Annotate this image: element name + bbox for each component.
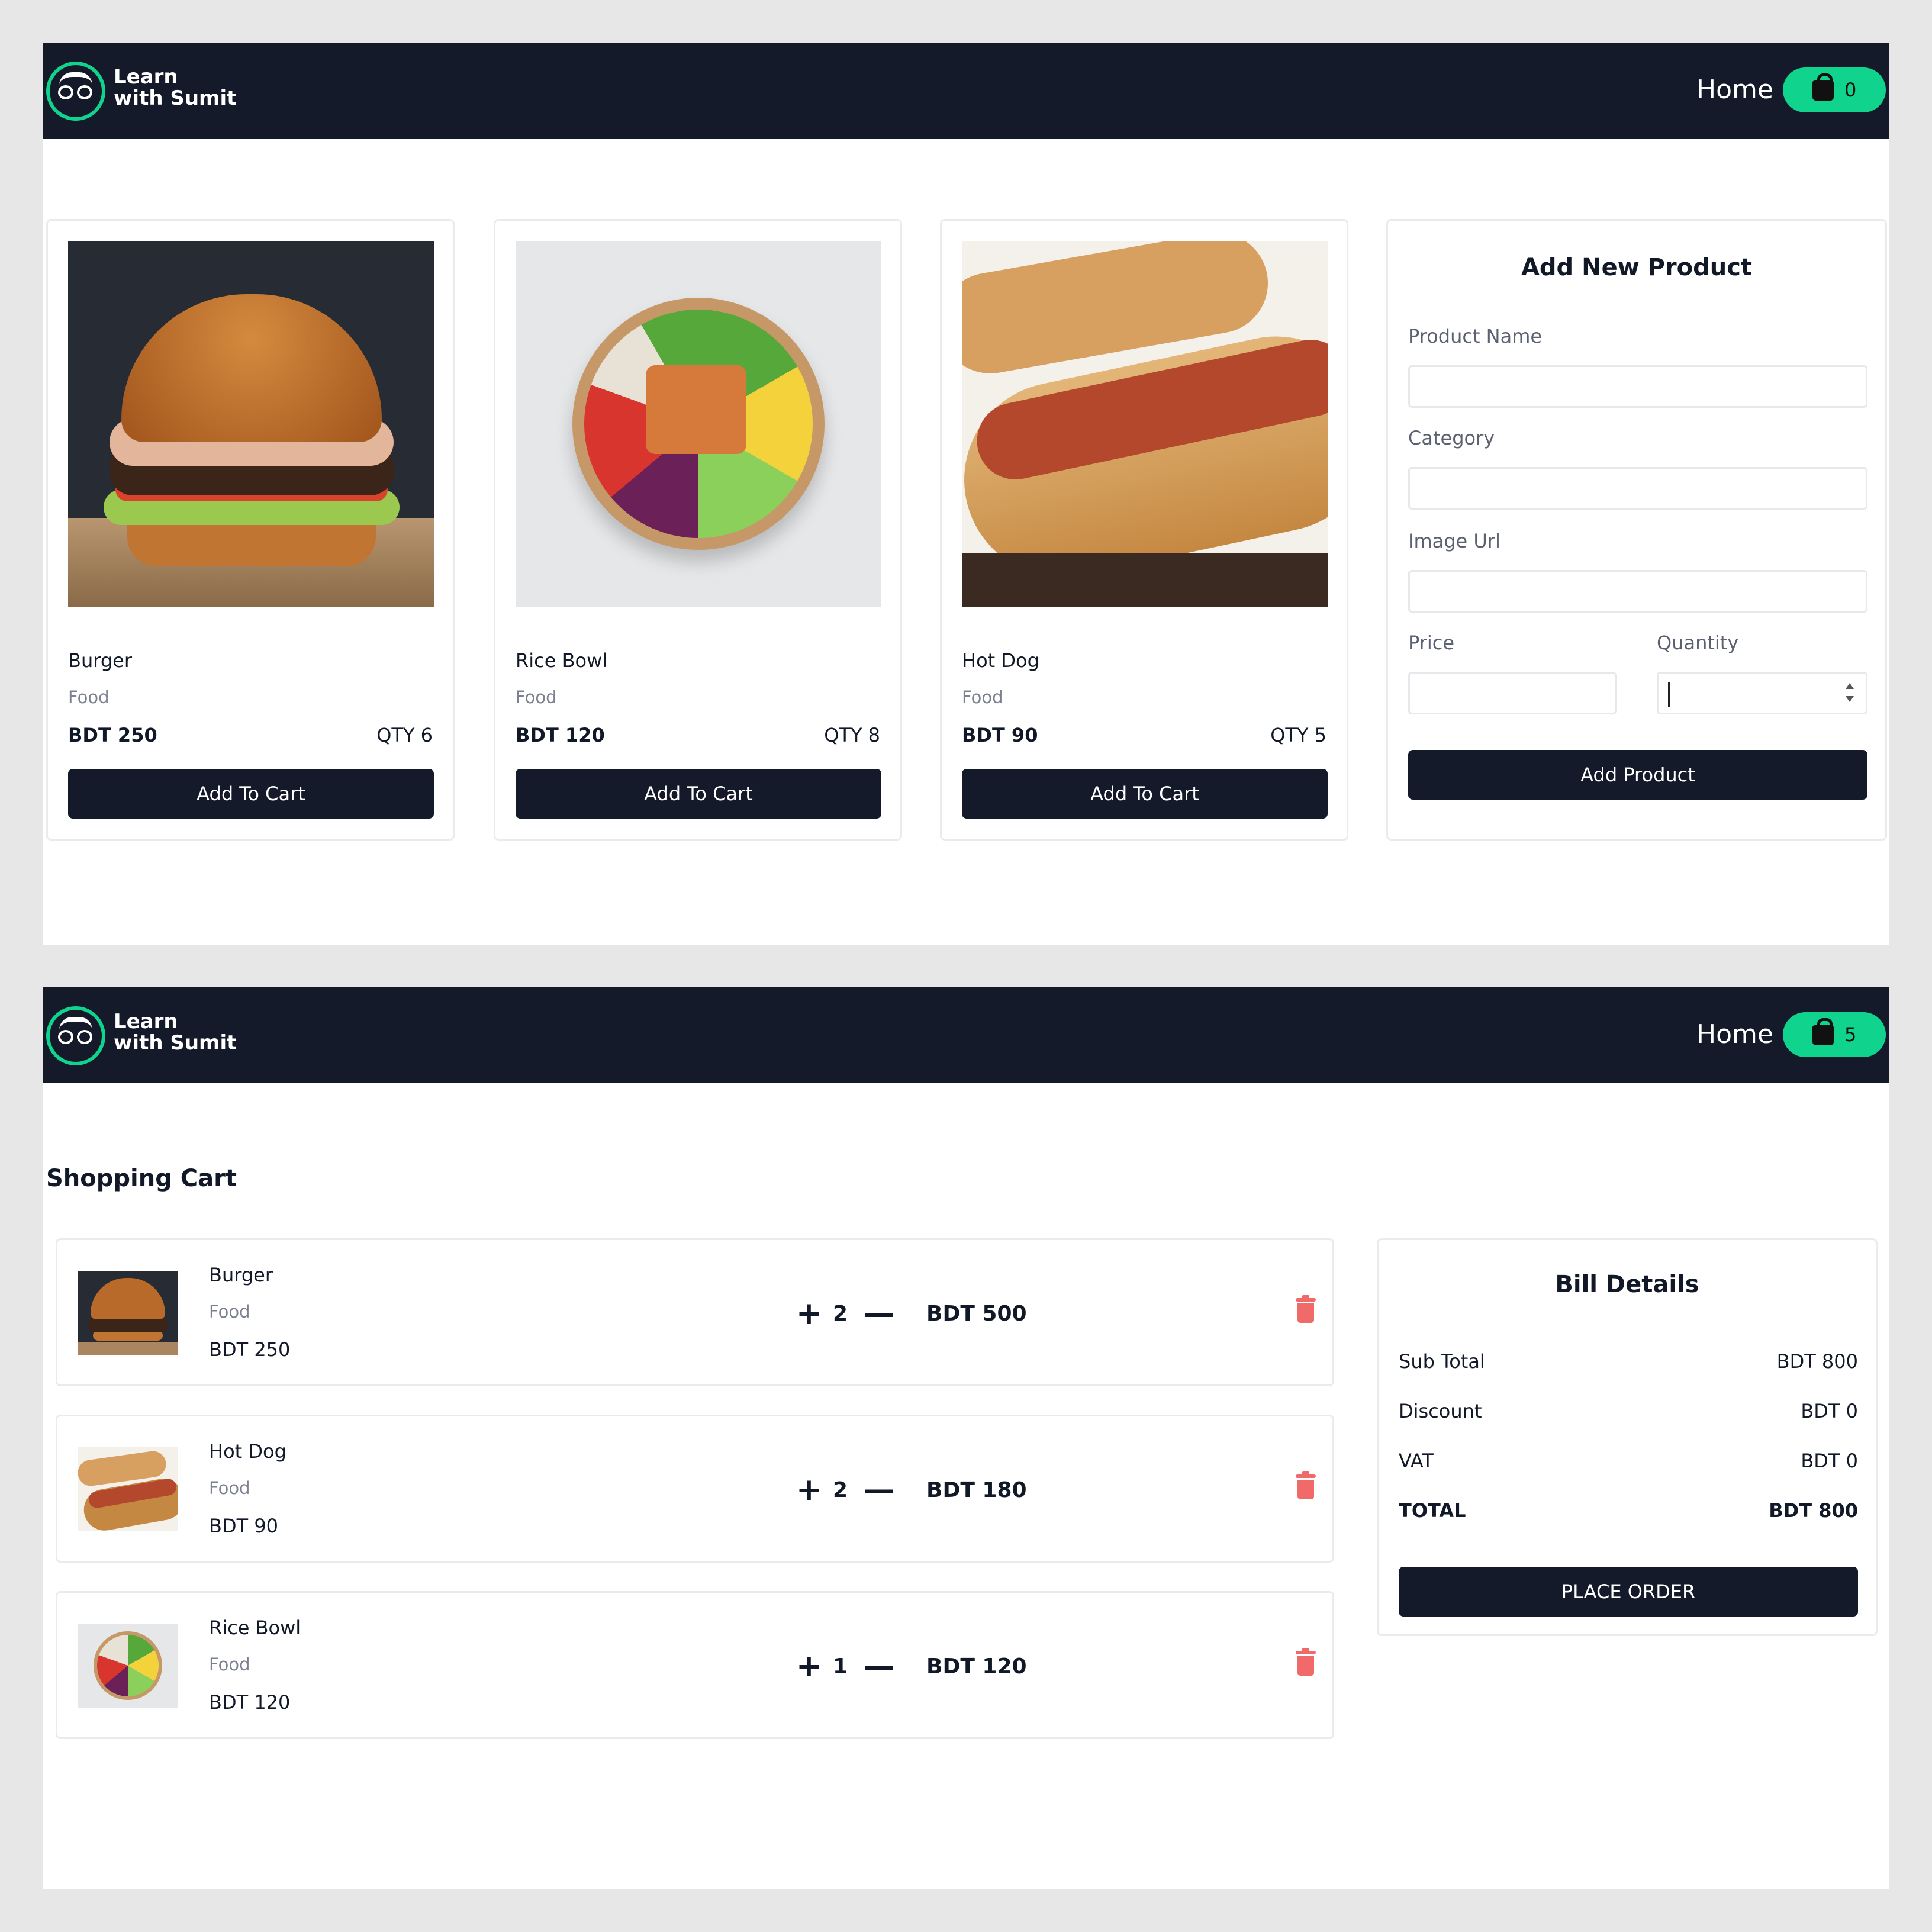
bill-details-card: Bill Details Sub Total BDT 800 Discount …: [1377, 1238, 1878, 1636]
product-image-burger: [68, 241, 434, 607]
form-title: Add New Product: [1521, 254, 1753, 281]
cart-count: 5: [1844, 1023, 1857, 1046]
cart-item-total: BDT 120: [926, 1654, 1027, 1679]
minus-icon[interactable]: —: [864, 1296, 894, 1331]
cart-item-name: Rice Bowl: [209, 1617, 301, 1639]
add-to-cart-button[interactable]: Add To Cart: [516, 769, 881, 819]
product-category: Food: [68, 687, 110, 707]
spinner-arrows-icon[interactable]: [1844, 682, 1855, 706]
glasses-logo-icon[interactable]: [46, 1006, 105, 1065]
cart-item-category: Food: [209, 1302, 250, 1322]
product-image-rice-bowl: [516, 241, 881, 607]
price-input[interactable]: [1408, 672, 1617, 714]
plus-icon[interactable]: +: [796, 1472, 822, 1508]
bill-row-discount: Discount BDT 0: [1399, 1400, 1858, 1422]
image-url-input[interactable]: [1408, 570, 1867, 613]
product-price: BDT 90: [962, 724, 1038, 746]
bill-row-total: TOTAL BDT 800: [1399, 1499, 1858, 1522]
glasses-logo-icon[interactable]: [46, 62, 105, 121]
product-card-hot-dog: Hot Dog Food BDT 90 QTY 5 Add To Cart: [940, 219, 1348, 841]
trash-icon[interactable]: [1296, 1648, 1316, 1676]
minus-icon[interactable]: —: [864, 1648, 894, 1684]
product-price: BDT 120: [516, 724, 605, 746]
product-name: Burger: [68, 649, 132, 672]
cart-count: 0: [1844, 79, 1857, 101]
nav-home-link[interactable]: Home: [1696, 1017, 1773, 1052]
product-card-burger: Burger Food BDT 250 QTY 6 Add To Cart: [46, 219, 455, 841]
cart-button[interactable]: 5: [1783, 1012, 1886, 1057]
plus-icon[interactable]: +: [796, 1296, 822, 1331]
cart-item-name: Burger: [209, 1264, 273, 1286]
cart-item-name: Hot Dog: [209, 1440, 286, 1463]
products-screen: Learn with Sumit Home 0 Burger Food BDT …: [43, 43, 1889, 945]
quantity-stepper[interactable]: [1657, 672, 1867, 714]
product-name-input[interactable]: [1408, 365, 1867, 408]
product-name: Hot Dog: [962, 649, 1039, 672]
cart-item-count: 1: [833, 1654, 848, 1679]
plus-icon[interactable]: +: [796, 1648, 822, 1684]
shopping-bag-icon: [1812, 1018, 1834, 1045]
cart-item-count: 2: [833, 1478, 848, 1502]
cart-item-category: Food: [209, 1654, 250, 1675]
cart-item-category: Food: [209, 1478, 250, 1498]
product-qty: QTY 5: [1270, 724, 1326, 746]
price-label: Price: [1408, 632, 1455, 654]
add-to-cart-button[interactable]: Add To Cart: [962, 769, 1328, 819]
category-label: Category: [1408, 427, 1495, 449]
product-name-label: Product Name: [1408, 325, 1543, 347]
cart-item-image: [78, 1447, 178, 1531]
page-title: Shopping Cart: [46, 1165, 237, 1192]
cart-screen: Learn with Sumit Home 5 Shopping Cart Bu…: [43, 987, 1889, 1889]
product-qty: QTY 8: [824, 724, 880, 746]
brand-name[interactable]: Learn with Sumit: [114, 66, 236, 109]
quantity-label: Quantity: [1657, 632, 1739, 654]
cart-item-burger: Burger Food BDT 250 + 2 — BDT 500: [56, 1238, 1334, 1386]
bill-row-subtotal: Sub Total BDT 800: [1399, 1350, 1858, 1373]
cart-button[interactable]: 0: [1783, 67, 1886, 112]
product-category: Food: [962, 687, 1003, 707]
cart-item-image: [78, 1271, 178, 1355]
cart-item-image: [78, 1624, 178, 1708]
product-image-hot-dog: [962, 241, 1328, 607]
shopping-bag-icon: [1812, 73, 1834, 101]
product-category: Food: [516, 687, 557, 707]
trash-icon[interactable]: [1296, 1471, 1316, 1499]
add-product-button[interactable]: Add Product: [1408, 750, 1867, 800]
nav-home-link[interactable]: Home: [1696, 72, 1773, 108]
cart-item-rice-bowl: Rice Bowl Food BDT 120 + 1 — BDT 120: [56, 1591, 1334, 1739]
cart-item-count: 2: [833, 1302, 848, 1326]
add-to-cart-button[interactable]: Add To Cart: [68, 769, 434, 819]
cart-item-price: BDT 120: [209, 1691, 291, 1714]
cart-item-total: BDT 500: [926, 1302, 1027, 1326]
cart-item-price: BDT 250: [209, 1338, 291, 1361]
product-qty: QTY 6: [376, 724, 433, 746]
brand-name[interactable]: Learn with Sumit: [114, 1011, 236, 1054]
product-price: BDT 250: [68, 724, 157, 746]
cart-item-price: BDT 90: [209, 1515, 279, 1537]
cart-item-hot-dog: Hot Dog Food BDT 90 + 2 — BDT 180: [56, 1415, 1334, 1563]
category-input[interactable]: [1408, 467, 1867, 510]
bill-row-vat: VAT BDT 0: [1399, 1450, 1858, 1472]
navbar: Learn with Sumit Home 0: [43, 43, 1889, 139]
product-card-rice-bowl: Rice Bowl Food BDT 120 QTY 8 Add To Cart: [494, 219, 902, 841]
minus-icon[interactable]: —: [864, 1472, 894, 1508]
trash-icon[interactable]: [1296, 1295, 1316, 1323]
navbar: Learn with Sumit Home 5: [43, 987, 1889, 1083]
place-order-button[interactable]: PLACE ORDER: [1399, 1567, 1858, 1617]
image-url-label: Image Url: [1408, 530, 1500, 552]
product-name: Rice Bowl: [516, 649, 608, 672]
cart-item-total: BDT 180: [926, 1478, 1027, 1502]
add-product-form: Add New Product Product Name Category Im…: [1386, 219, 1887, 841]
text-cursor: [1668, 682, 1670, 707]
bill-title: Bill Details: [1555, 1271, 1699, 1298]
